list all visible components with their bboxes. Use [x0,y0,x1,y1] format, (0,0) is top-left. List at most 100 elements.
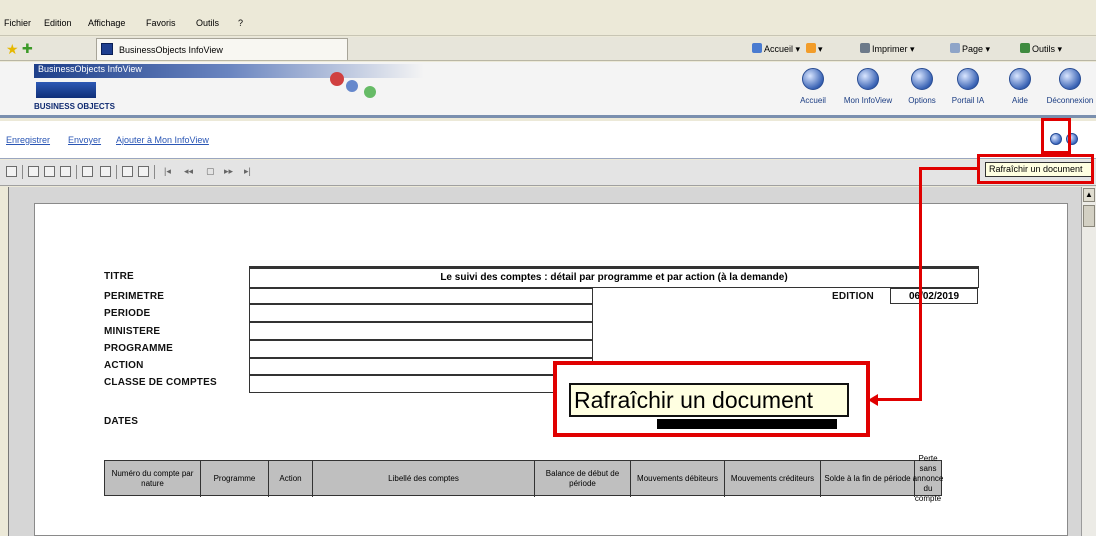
report-title: Le suivi des comptes : détail par progra… [440,272,788,283]
add-favorite-icon[interactable]: ✚ [22,42,36,56]
send-link[interactable]: Envoyer [68,135,101,145]
bo-header: BusinessObjects InfoView BUSINESS OBJECT… [0,62,1096,118]
businessobjects-icon [101,43,113,55]
label-programme: PROGRAMME [104,343,174,354]
toolbar-separator [154,165,155,179]
page-number-icon[interactable]: ▢ [206,166,215,177]
print-icon[interactable] [138,166,149,177]
find-icon[interactable] [100,166,111,177]
label-periode: PERIODE [104,308,151,319]
browser-tab[interactable]: BusinessObjects InfoView [96,38,348,60]
last-page-icon[interactable]: ▸| [244,166,251,177]
nav-portail-ia[interactable]: Portail IA [938,68,998,105]
options-icon [911,68,933,90]
toolbar-separator [22,165,23,179]
first-page-icon[interactable]: |◂ [164,166,171,177]
menu-fichier[interactable]: Fichier [4,18,31,28]
programme-value [249,340,593,358]
label-titre: TITRE [104,271,134,282]
view-page-icon[interactable] [28,166,39,177]
browser-toolbar: ★ ✚ BusinessObjects InfoView Accueil ▾ ▾… [0,37,1096,61]
connector-line [919,167,979,170]
column-header: Mouvements débiteurs [631,461,725,497]
action-value [249,358,593,375]
menu-affichage[interactable]: Affichage [88,18,125,28]
home-icon [752,43,762,53]
menu-outils[interactable]: Outils [196,18,219,28]
menu-favoris[interactable]: Favoris [146,18,176,28]
infoview-icon [857,68,879,90]
view-quick-icon[interactable] [60,166,71,177]
prev-page-icon[interactable]: ◂◂ [184,166,193,177]
view-draft-icon[interactable] [44,166,55,177]
toolbar-separator [76,165,77,179]
help-icon [1009,68,1031,90]
highlight-box-tooltip [977,154,1094,184]
print-command[interactable]: Imprimer ▾ [860,43,915,55]
column-header: Mouvements créditeurs [725,461,821,497]
label-ministere: MINISTERE [104,326,161,337]
bo-banner-text: BusinessObjects InfoView [38,64,142,74]
nav-accueil[interactable]: Accueil [783,68,843,105]
favorites-star-icon[interactable]: ★ [6,42,20,56]
report-toolbar: |◂ ◂◂ ▢ ▸▸ ▸| [0,160,1096,186]
highlight-callout: Rafraîchir un document [553,361,870,437]
home-icon [802,68,824,90]
label-edition: EDITION [832,291,874,302]
deco-red-icon [330,72,344,86]
column-header: Perte sans annonce du compte [912,454,944,503]
nav-mon-infoview[interactable]: Mon InfoView [838,68,898,105]
bo-logo: BUSINESS OBJECTS [34,102,115,111]
drill-icon[interactable] [82,166,93,177]
deco-blue-icon [346,80,358,92]
tooltip-shadow [657,419,837,429]
ministere-value [249,322,593,340]
perimetre-value [249,288,593,304]
label-perimetre: PERIMETRE [104,291,165,302]
page-icon [950,43,960,53]
edition-date: 06/02/2019 [890,288,978,304]
table-header: Numéro du compte par nature Programme Ac… [104,454,944,503]
column-header: Programme [201,461,269,497]
feeds-command[interactable]: ▾ [806,43,823,55]
nav-deconnexion[interactable]: Déconnexion [1040,68,1096,105]
logout-icon [1059,68,1081,90]
page-command[interactable]: Page ▾ [950,43,990,55]
column-header: Libellé des comptes [313,461,535,497]
periode-value [249,304,593,322]
tools-command[interactable]: Outils ▾ [1020,43,1062,55]
add-to-infoview-link[interactable]: Ajouter à Mon InfoView [116,135,209,145]
print-icon [860,43,870,53]
menu-help[interactable]: ? [238,18,243,28]
label-dates: DATES [104,416,139,427]
connector-line [876,398,922,401]
classe-comptes-value [249,375,593,393]
highlight-box-refresh-icon [1041,118,1071,154]
report-title-box: Le suivi des comptes : détail par progra… [249,266,979,288]
toolbar-separator [116,165,117,179]
refresh-tooltip-large: Rafraîchir un document [569,383,849,417]
connector-line [919,167,922,400]
column-header: Numéro du compte par nature [105,461,201,497]
label-classe-comptes: CLASSE DE COMPTES [104,377,217,388]
home-command[interactable]: Accueil ▾ [752,43,800,55]
column-header: Balance de début de période [535,461,631,497]
panel-toggle-icon[interactable] [6,166,17,177]
portal-icon [957,68,979,90]
scroll-thumb[interactable] [1083,205,1095,227]
rss-icon [806,43,816,53]
tab-title: BusinessObjects InfoView [119,45,223,55]
new-doc-icon[interactable] [122,166,133,177]
scroll-up-icon[interactable]: ▲ [1083,188,1095,202]
save-link[interactable]: Enregistrer [6,135,50,145]
vertical-scrollbar[interactable]: ▲ [1081,187,1096,536]
label-action: ACTION [104,360,144,371]
column-header: Action [269,461,313,497]
gear-icon [1020,43,1030,53]
deco-green-icon [364,86,376,98]
column-header: Solde à la fin de période [821,461,915,497]
menu-bar: Fichier Edition Affichage Favoris Outils… [0,0,1096,36]
document-actions: Enregistrer Envoyer Ajouter à Mon InfoVi… [0,121,1096,159]
next-page-icon[interactable]: ▸▸ [224,166,233,177]
menu-edition[interactable]: Edition [44,18,72,28]
